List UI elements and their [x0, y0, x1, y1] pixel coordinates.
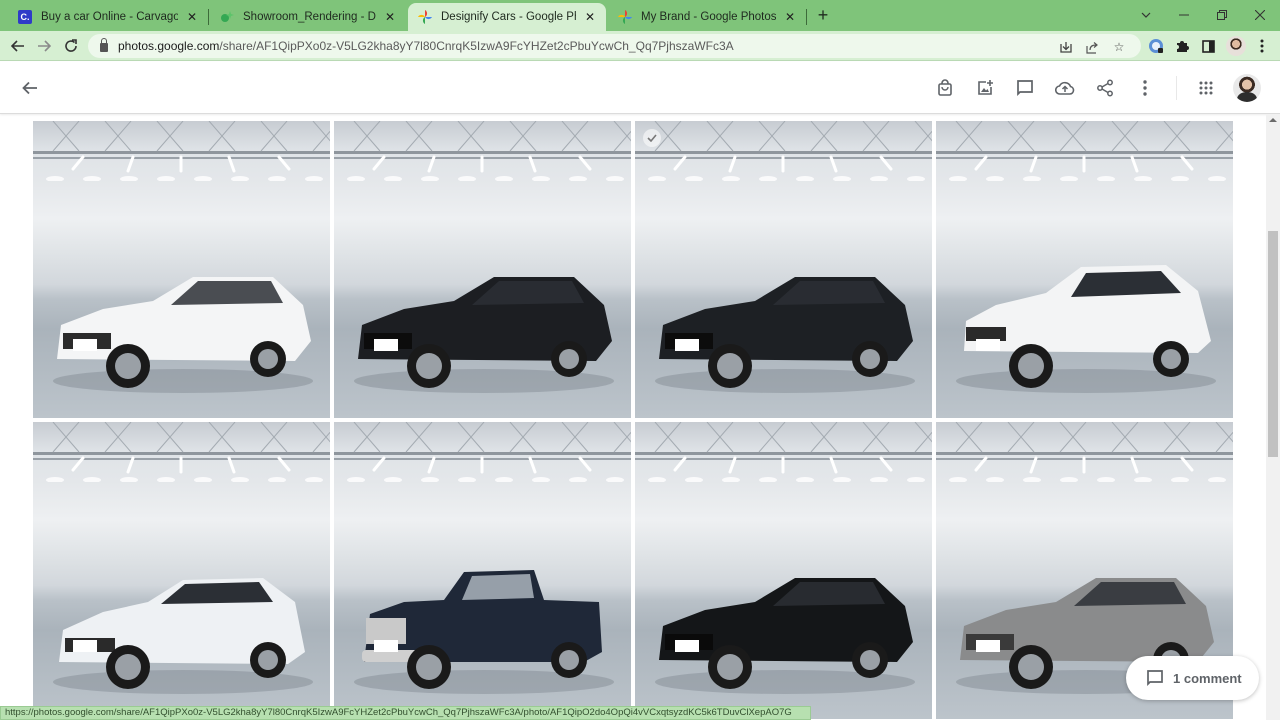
back-to-albums-button[interactable]: [18, 76, 42, 100]
comment-count-label: 1 comment: [1173, 670, 1242, 686]
showroom-ceiling: [33, 422, 330, 482]
install-app-icon[interactable]: [1058, 39, 1074, 55]
photo-tile[interactable]: [33, 121, 330, 418]
apps-grid-icon: [1199, 81, 1213, 95]
google-apps-button[interactable]: [1194, 76, 1218, 100]
arrow-forward-icon: [38, 40, 51, 52]
order-photos-button[interactable]: [933, 76, 957, 100]
restore-icon: [1217, 10, 1227, 20]
designify-icon: [220, 10, 234, 24]
photo-tile[interactable]: [33, 422, 330, 719]
extension-icon[interactable]: [1148, 38, 1164, 54]
showroom-ceiling: [33, 121, 330, 181]
arrow-back-icon: [11, 40, 24, 52]
showroom-ceiling: [635, 422, 932, 482]
car-photo: [354, 570, 614, 694]
tab-search-button[interactable]: [1126, 3, 1166, 27]
restore-button[interactable]: [1202, 3, 1242, 27]
address-bar[interactable]: photos.google.com/share/AF1QipPXo0z-V5LG…: [88, 34, 1141, 58]
comment-icon: [1017, 80, 1033, 97]
reload-icon: [65, 39, 77, 52]
lock-icon: [100, 37, 108, 52]
link-status-bar: https://photos.google.com/share/AF1QipPX…: [0, 706, 811, 720]
close-tab-icon[interactable]: ✕: [582, 9, 598, 25]
back-button[interactable]: [7, 35, 29, 57]
showroom-ceiling: [936, 121, 1233, 181]
showroom-ceiling: [936, 422, 1233, 482]
comment-icon: [1147, 670, 1163, 687]
url-text[interactable]: photos.google.com/share/AF1QipPXo0z-V5LG…: [118, 39, 734, 53]
profile-avatar[interactable]: [1226, 36, 1246, 56]
tab-designify-cars[interactable]: Designify Cars - Google Photos ✕: [408, 3, 606, 31]
browser-toolbar: photos.google.com/share/AF1QipPXo0z-V5LG…: [0, 31, 1280, 61]
tab-separator: [208, 9, 209, 25]
close-window-button[interactable]: [1240, 3, 1280, 27]
photo-tile[interactable]: [334, 422, 631, 719]
close-icon: [1255, 10, 1265, 20]
photo-tile[interactable]: [334, 121, 631, 418]
tab-title: Showroom_Rendering - Designify: [243, 11, 376, 23]
google-photos-icon: [618, 10, 632, 24]
scrollbar-thumb[interactable]: [1268, 231, 1278, 457]
more-vert-icon: [1143, 80, 1147, 96]
extensions-puzzle-icon[interactable]: [1174, 38, 1190, 54]
browser-menu-icon[interactable]: [1254, 38, 1270, 54]
share-button[interactable]: [1093, 76, 1117, 100]
tab-title: Buy a car Online - Carvago.com: [41, 11, 178, 23]
tab-my-brand[interactable]: My Brand - Google Photos ✕: [608, 3, 806, 31]
google-photos-icon: [418, 10, 432, 24]
tab-carvago[interactable]: C. Buy a car Online - Carvago.com ✕: [8, 3, 208, 31]
minimize-button[interactable]: [1164, 3, 1204, 27]
car-photo: [655, 578, 915, 694]
scroll-up-arrow-icon[interactable]: [1269, 118, 1277, 122]
showroom-ceiling: [334, 121, 631, 181]
photo-tile[interactable]: [936, 121, 1233, 418]
album-photo-grid: [33, 121, 1233, 720]
showroom-ceiling: [334, 422, 631, 482]
add-photo-icon: [978, 80, 993, 95]
chevron-down-icon: [1141, 12, 1151, 18]
photo-tile[interactable]: [635, 422, 932, 719]
cloud-upload-icon: [1055, 81, 1075, 95]
header-divider: [1176, 76, 1177, 100]
close-tab-icon[interactable]: ✕: [782, 9, 798, 25]
bookmark-star-icon[interactable]: ☆: [1111, 39, 1127, 55]
tab-showroom-rendering[interactable]: Showroom_Rendering - Designify ✕: [210, 3, 406, 31]
close-tab-icon[interactable]: ✕: [184, 9, 200, 25]
new-tab-button[interactable]: +: [812, 5, 834, 27]
arrow-back-icon: [22, 81, 37, 95]
tab-separator: [806, 9, 807, 25]
save-to-library-button[interactable]: [1053, 76, 1077, 100]
add-photos-button[interactable]: [973, 76, 997, 100]
more-options-button[interactable]: [1133, 76, 1157, 100]
account-avatar[interactable]: [1233, 74, 1261, 102]
car-photo: [956, 265, 1216, 393]
comments-button[interactable]: [1013, 76, 1037, 100]
tab-title: Designify Cars - Google Photos: [441, 11, 576, 23]
select-checkmark-icon[interactable]: [643, 129, 661, 147]
photo-tile[interactable]: [635, 121, 932, 418]
reload-button[interactable]: [60, 35, 82, 57]
share-page-icon[interactable]: [1084, 39, 1100, 55]
car-photo: [53, 578, 313, 694]
minimize-icon: [1179, 14, 1189, 16]
side-panel-icon[interactable]: [1200, 38, 1216, 54]
showroom-ceiling: [635, 121, 932, 181]
photos-header: [0, 62, 1280, 114]
share-icon: [1097, 79, 1113, 97]
browser-tab-strip: C. Buy a car Online - Carvago.com ✕ Show…: [0, 0, 1280, 31]
tab-title: My Brand - Google Photos: [641, 11, 776, 23]
carvago-icon: C.: [18, 10, 32, 24]
shopping-bag-icon: [938, 79, 952, 96]
car-photo: [655, 277, 915, 393]
car-photo: [354, 277, 614, 393]
close-tab-icon[interactable]: ✕: [382, 9, 398, 25]
forward-button[interactable]: [33, 35, 55, 57]
car-photo: [53, 277, 313, 393]
comments-pill-button[interactable]: 1 comment: [1126, 656, 1259, 700]
